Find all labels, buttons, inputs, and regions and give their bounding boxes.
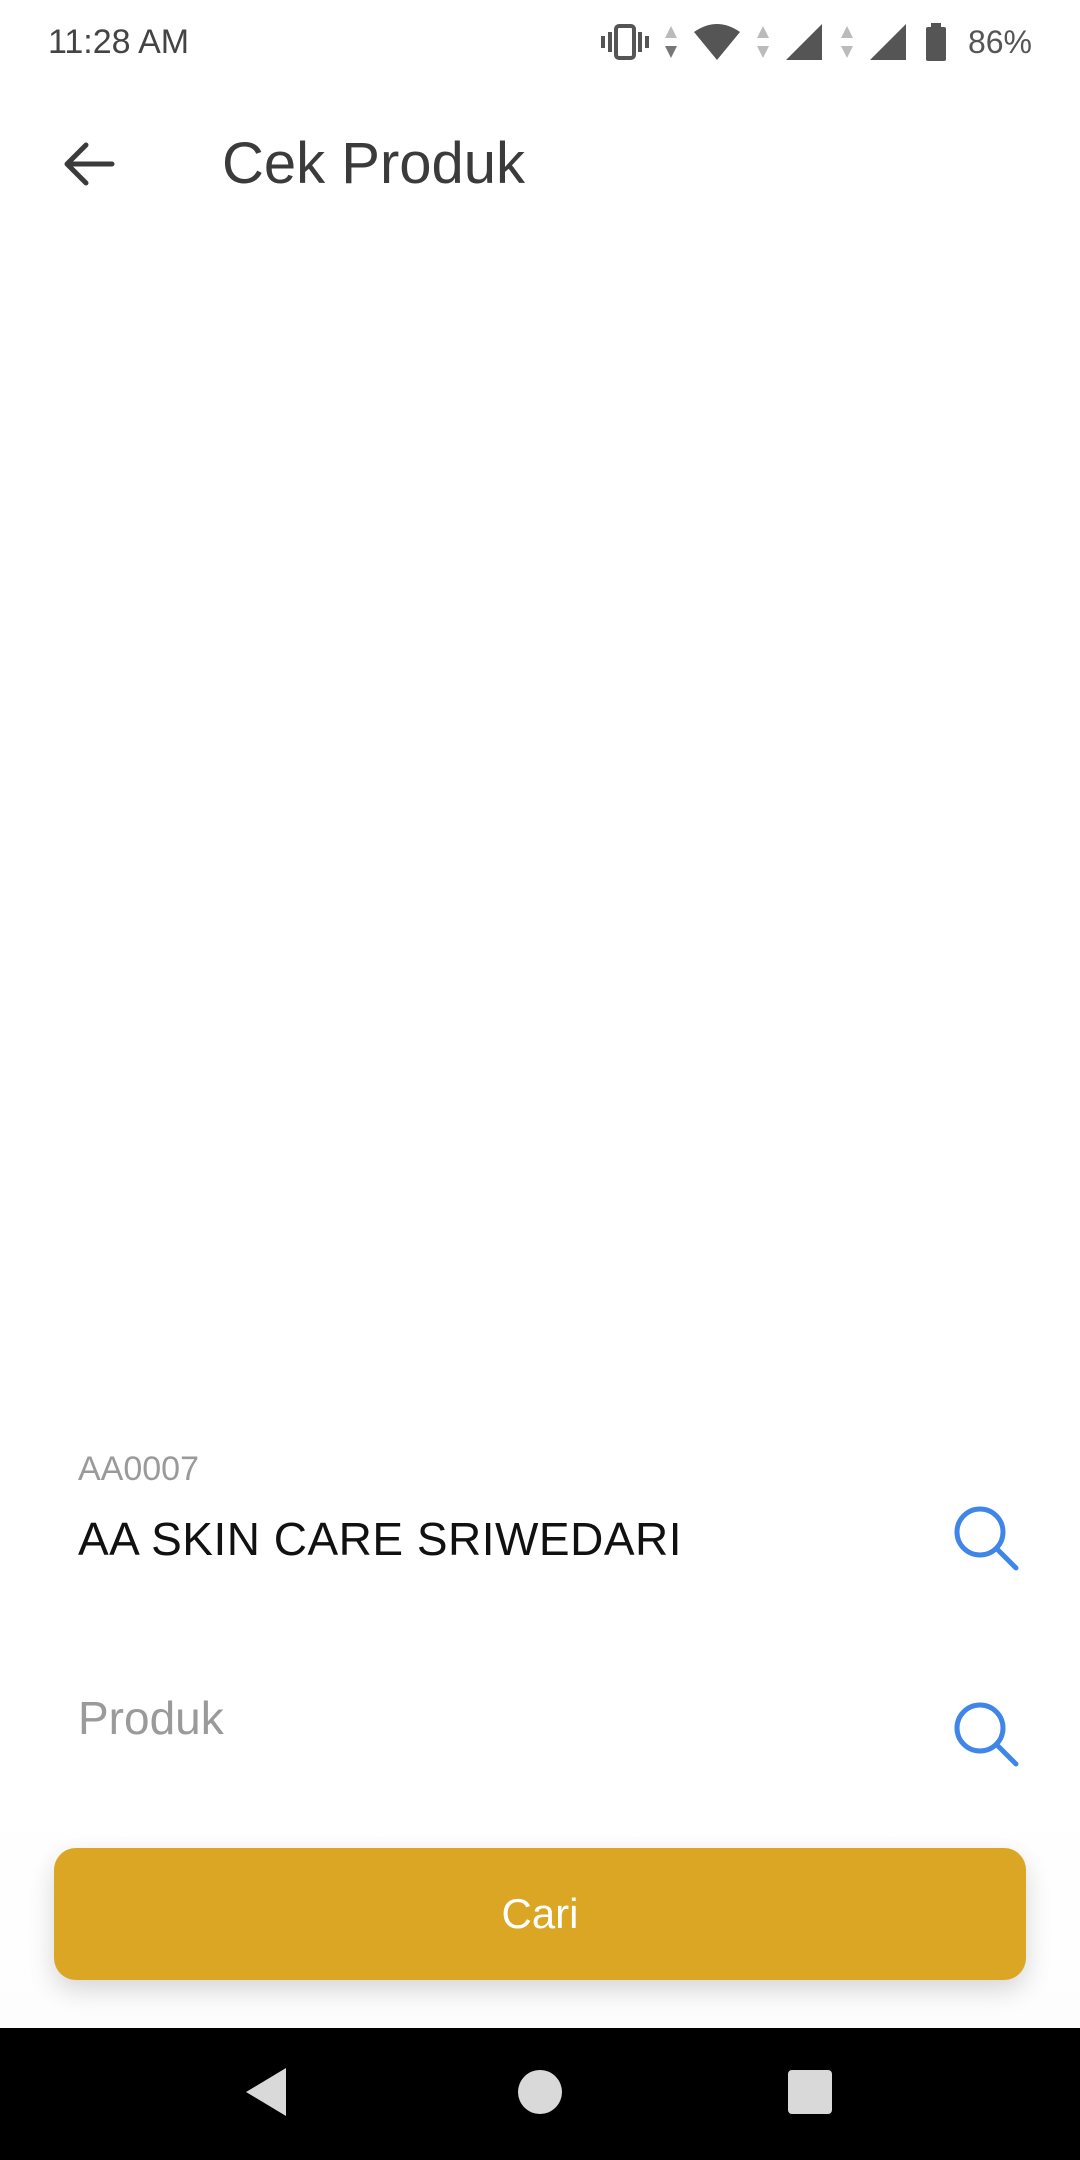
back-nav-icon bbox=[242, 2066, 290, 2123]
data-arrows-icon-3 bbox=[840, 24, 854, 60]
store-field[interactable]: AA0007 AA SKIN CARE SRIWEDARI bbox=[78, 1430, 1028, 1600]
status-bar: 11:28 AM × × 86% bbox=[0, 0, 1080, 84]
search-icon bbox=[951, 1503, 1021, 1578]
page-title: Cek Produk bbox=[222, 131, 526, 196]
data-arrows-icon bbox=[664, 24, 678, 60]
svg-text:×: × bbox=[892, 48, 904, 62]
product-input[interactable] bbox=[78, 1678, 898, 1758]
vibrate-icon bbox=[600, 22, 650, 62]
data-arrows-icon-2 bbox=[756, 24, 770, 60]
svg-text:×: × bbox=[808, 48, 820, 62]
signal-1-icon: × bbox=[784, 22, 826, 62]
nav-recents-button[interactable] bbox=[774, 2058, 846, 2130]
home-nav-icon bbox=[516, 2068, 564, 2121]
battery-icon bbox=[924, 22, 948, 62]
nav-home-button[interactable] bbox=[504, 2058, 576, 2130]
status-time: 11:28 AM bbox=[48, 22, 190, 61]
wifi-icon bbox=[692, 22, 742, 62]
store-search-button[interactable] bbox=[946, 1500, 1026, 1580]
store-code: AA0007 bbox=[78, 1450, 199, 1488]
arrow-left-icon bbox=[60, 140, 116, 193]
signal-2-icon: × bbox=[868, 22, 910, 62]
status-icons: × × 86% bbox=[600, 22, 1032, 62]
back-button[interactable] bbox=[40, 124, 136, 208]
store-name: AA SKIN CARE SRIWEDARI bbox=[78, 1513, 683, 1565]
system-nav-bar bbox=[0, 2028, 1080, 2160]
product-search-button[interactable] bbox=[946, 1696, 1026, 1776]
battery-percent: 86% bbox=[967, 23, 1032, 60]
search-submit-button[interactable]: Cari bbox=[54, 1848, 1026, 1980]
recents-nav-icon bbox=[786, 2068, 834, 2121]
search-icon bbox=[951, 1699, 1021, 1774]
app-bar: Cek Produk bbox=[0, 84, 1080, 248]
nav-back-button[interactable] bbox=[230, 2058, 302, 2130]
